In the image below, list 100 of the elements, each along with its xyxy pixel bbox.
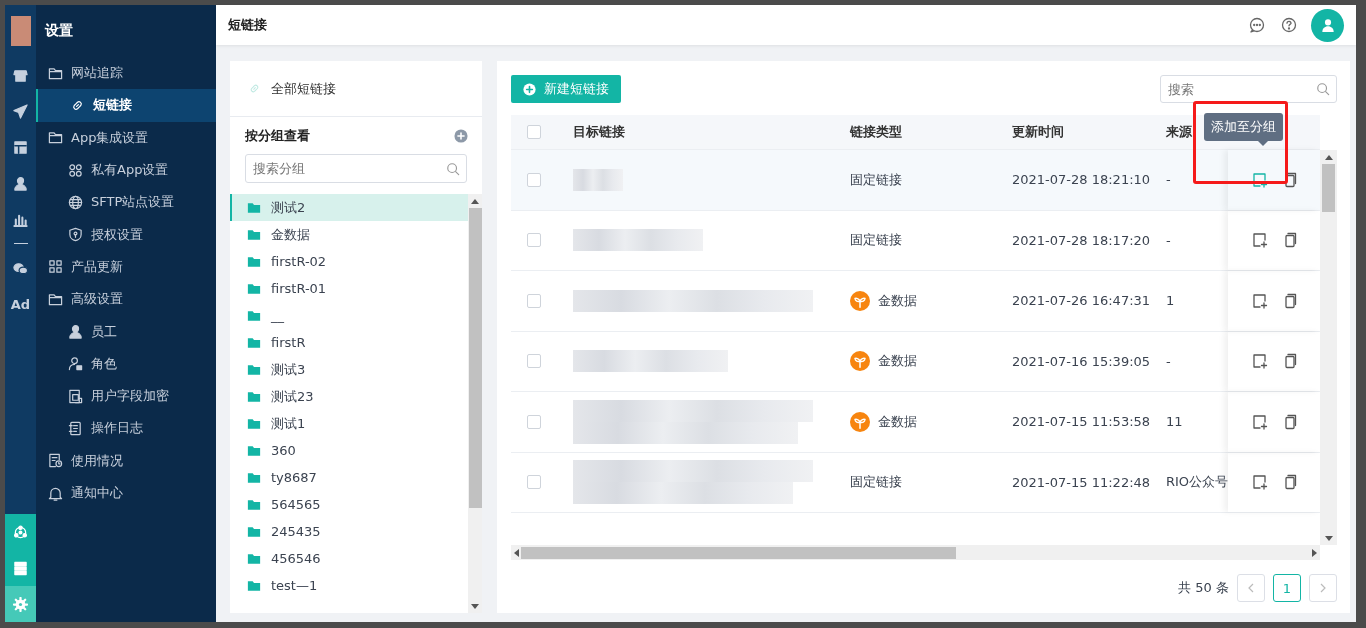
sidebar-item[interactable]: 员工: [36, 315, 216, 348]
group-item[interactable]: 360: [230, 437, 468, 464]
group-item[interactable]: firstR: [230, 329, 468, 356]
folder-icon: [247, 308, 261, 323]
copy-icon[interactable]: [1282, 232, 1298, 249]
chat-bubble-icon[interactable]: [1249, 17, 1265, 33]
group-item[interactable]: 456546: [230, 545, 468, 572]
scroll-thumb[interactable]: [521, 546, 956, 559]
sidebar-item-label: 产品更新: [71, 257, 123, 276]
sidebar-item[interactable]: 通知中心: [36, 476, 216, 510]
bell-icon: [48, 485, 63, 501]
scroll-right-arrow-icon[interactable]: [1312, 548, 1317, 557]
add-to-group-icon[interactable]: [1252, 353, 1268, 370]
copy-icon[interactable]: [1282, 353, 1298, 370]
link-type: 金数据: [878, 291, 917, 310]
select-all-checkbox[interactable]: [527, 125, 541, 139]
sidebar-item[interactable]: 高级设置: [36, 283, 216, 316]
add-to-group-icon[interactable]: [1252, 232, 1268, 249]
row-checkbox[interactable]: [527, 354, 541, 369]
report-icon: [48, 453, 63, 469]
group-item[interactable]: ty8687: [230, 464, 468, 491]
folder-icon: [247, 443, 261, 458]
updated-time: 2021-07-16 15:39:05: [1011, 353, 1152, 369]
group-item[interactable]: test—1: [230, 572, 468, 599]
sidebar-item[interactable]: 短链接: [36, 89, 216, 122]
all-links-item[interactable]: 全部短链接: [230, 61, 482, 117]
source: 11: [1165, 414, 1184, 430]
sidebar-item[interactable]: 操作日志: [36, 412, 216, 445]
group-search-field[interactable]: 搜索分组: [245, 154, 467, 183]
sidebar-item[interactable]: 角色: [36, 347, 216, 380]
scroll-up-arrow-icon[interactable]: [1324, 154, 1333, 160]
group-item[interactable]: 测试1: [230, 410, 468, 437]
group-label: 456546: [271, 551, 321, 566]
group-item[interactable]: firstR-01: [230, 275, 468, 302]
copy-icon[interactable]: [1282, 171, 1298, 188]
scroll-down-arrow-icon[interactable]: [1324, 535, 1333, 541]
row-checkbox[interactable]: [527, 475, 541, 490]
sidebar-item[interactable]: App集成设置: [36, 121, 216, 154]
user-icon: [68, 324, 83, 339]
scroll-down-arrow-icon[interactable]: [471, 603, 479, 609]
search-field[interactable]: 搜索: [1160, 75, 1337, 103]
copy-icon[interactable]: [1282, 413, 1298, 430]
group-item[interactable]: 245435: [230, 518, 468, 545]
sidebar-item-label: 高级设置: [71, 290, 123, 309]
group-item[interactable]: 测试2: [230, 194, 468, 221]
group-label: 245435: [271, 524, 321, 539]
sidebar-item-label: 员工: [91, 322, 117, 341]
sidebar-item-label: 私有App设置: [91, 161, 169, 180]
copy-icon[interactable]: [1282, 292, 1298, 309]
updated-time: 2021-07-26 16:47:31: [1011, 293, 1152, 309]
avatar[interactable]: [1311, 8, 1344, 42]
scroll-thumb[interactable]: [468, 208, 482, 508]
sidebar-item[interactable]: 用户字段加密: [36, 379, 216, 413]
search-icon: [1316, 82, 1330, 96]
add-to-group-icon[interactable]: [1252, 413, 1268, 430]
row-checkbox[interactable]: [527, 414, 541, 429]
hub-icon: [13, 524, 28, 540]
updated-time: 2021-07-28 18:21:10: [1011, 172, 1152, 188]
group-item[interactable]: 金数据: [230, 221, 468, 248]
help-icon[interactable]: [1281, 17, 1297, 33]
column-header: 目标链接: [573, 124, 625, 139]
row-checkbox[interactable]: [527, 172, 541, 187]
scroll-left-arrow-icon[interactable]: [514, 548, 519, 557]
sidebar-item[interactable]: SFTP站点设置: [36, 186, 216, 219]
sidebar-item[interactable]: 授权设置: [36, 218, 216, 251]
add-to-group-icon[interactable]: [1252, 292, 1268, 309]
row-checkbox[interactable]: [527, 233, 541, 248]
tooltip-arrow: [1258, 141, 1268, 146]
sidebar-item[interactable]: 产品更新: [36, 250, 216, 284]
copy-icon[interactable]: [1282, 474, 1298, 491]
row-checkbox[interactable]: [527, 293, 541, 308]
group-label: 测试23: [271, 387, 314, 406]
page-title: 短链接: [228, 16, 268, 34]
group-item[interactable]: 测试3: [230, 356, 468, 383]
group-label: __: [271, 308, 284, 323]
scroll-up-arrow-icon[interactable]: [471, 198, 479, 204]
updated-time: 2021-07-15 11:53:58: [1011, 414, 1152, 430]
scrollbar[interactable]: [1320, 150, 1337, 545]
group-item[interactable]: 564565: [230, 491, 468, 518]
add-to-group-icon[interactable]: [1252, 474, 1268, 491]
group-label: ty8687: [271, 470, 317, 485]
horizontal-scrollbar[interactable]: [511, 545, 1320, 560]
scrollbar[interactable]: [468, 194, 482, 613]
log-icon: [68, 420, 83, 436]
sidebar-item[interactable]: 私有App设置: [36, 153, 216, 187]
add-to-group-icon[interactable]: [1252, 171, 1268, 188]
group-item[interactable]: __: [230, 302, 468, 329]
group-label: 360: [271, 443, 296, 458]
add-group-icon[interactable]: [454, 129, 468, 143]
sidebar-item[interactable]: 使用情况: [36, 444, 216, 477]
sidebar-item-label: 角色: [91, 354, 117, 373]
group-item[interactable]: 测试23: [230, 383, 468, 410]
ad-nav-item[interactable]: Ad: [5, 286, 36, 322]
link-type: 固定链接: [850, 232, 902, 248]
sidebar-item[interactable]: 网站追踪: [36, 57, 216, 90]
group-label: firstR: [271, 335, 306, 350]
sidebar-title: 设置: [43, 21, 74, 40]
group-item[interactable]: firstR-02: [230, 248, 468, 275]
link-type: 金数据: [878, 412, 917, 431]
scroll-thumb[interactable]: [1322, 164, 1335, 212]
